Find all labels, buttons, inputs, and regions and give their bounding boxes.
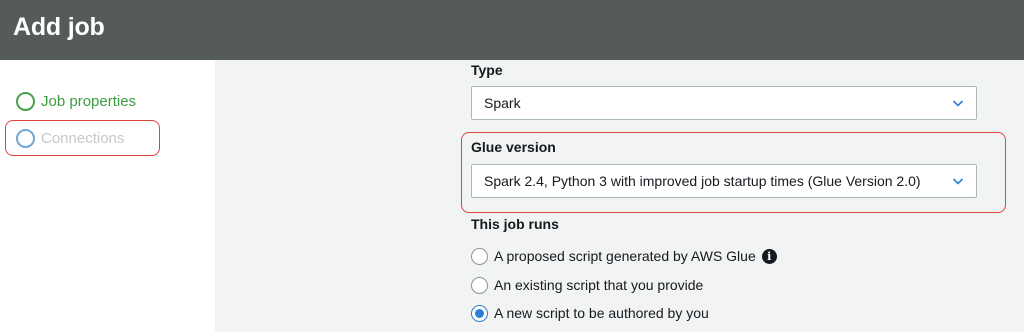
radio-option-new-script[interactable]: A new script to be authored by you: [471, 302, 709, 324]
type-select[interactable]: Spark: [471, 86, 977, 120]
radio-option-existing-script[interactable]: An existing script that you provide: [471, 274, 703, 296]
step-connections[interactable]: Connections: [16, 127, 124, 149]
step-circle-icon: [16, 128, 35, 148]
glue-version-select-value: Spark 2.4, Python 3 with improved job st…: [484, 173, 921, 189]
chevron-down-icon: [952, 178, 964, 185]
radio-label: A proposed script generated by AWS Glue: [494, 248, 756, 264]
step-circle-icon: [16, 91, 35, 111]
radio-option-proposed-script[interactable]: A proposed script generated by AWS Glue …: [471, 245, 777, 267]
chevron-down-icon: [952, 100, 964, 107]
glue-version-label: Glue version: [471, 139, 556, 155]
radio-button-selected[interactable]: [471, 304, 488, 322]
info-icon[interactable]: i: [761, 248, 777, 264]
job-runs-label: This job runs: [471, 216, 559, 232]
radio-button[interactable]: [471, 247, 488, 265]
page-header: Add job: [0, 0, 1024, 60]
glue-version-select[interactable]: Spark 2.4, Python 3 with improved job st…: [471, 164, 977, 198]
radio-button[interactable]: [471, 276, 488, 294]
step-job-properties[interactable]: Job properties: [16, 90, 136, 112]
type-select-value: Spark: [484, 95, 521, 111]
step-label: Connections: [41, 129, 125, 147]
step-label: Job properties: [41, 92, 137, 110]
type-label: Type: [471, 62, 503, 78]
radio-label: An existing script that you provide: [494, 277, 704, 293]
radio-label: A new script to be authored by you: [494, 305, 709, 321]
page-title: Add job: [13, 13, 105, 41]
